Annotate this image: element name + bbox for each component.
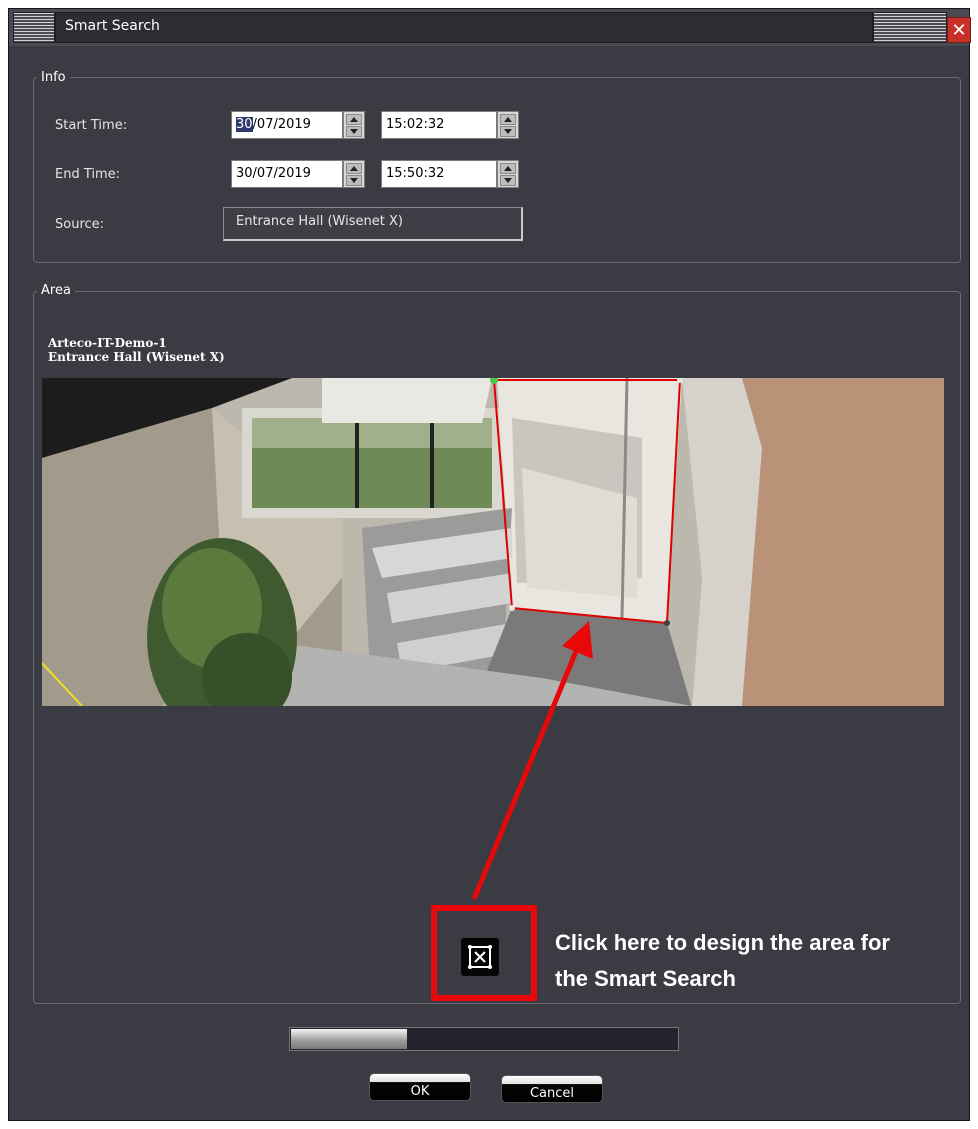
- draw-area-button[interactable]: [461, 938, 499, 976]
- annotation-line-2: the Smart Search: [555, 966, 736, 991]
- ok-button[interactable]: OK: [369, 1073, 471, 1101]
- search-progress-fill: [291, 1029, 407, 1049]
- annotation-line-1: Click here to design the area for: [555, 930, 890, 955]
- smart-search-window: Smart Search ✕ Info Start Time: 30/07/20…: [8, 8, 971, 1121]
- cancel-button[interactable]: Cancel: [501, 1075, 603, 1103]
- search-progress-bar: [289, 1027, 679, 1051]
- draw-area-icon: [468, 945, 492, 969]
- annotation-text: Click here to design the area for the Sm…: [555, 925, 975, 997]
